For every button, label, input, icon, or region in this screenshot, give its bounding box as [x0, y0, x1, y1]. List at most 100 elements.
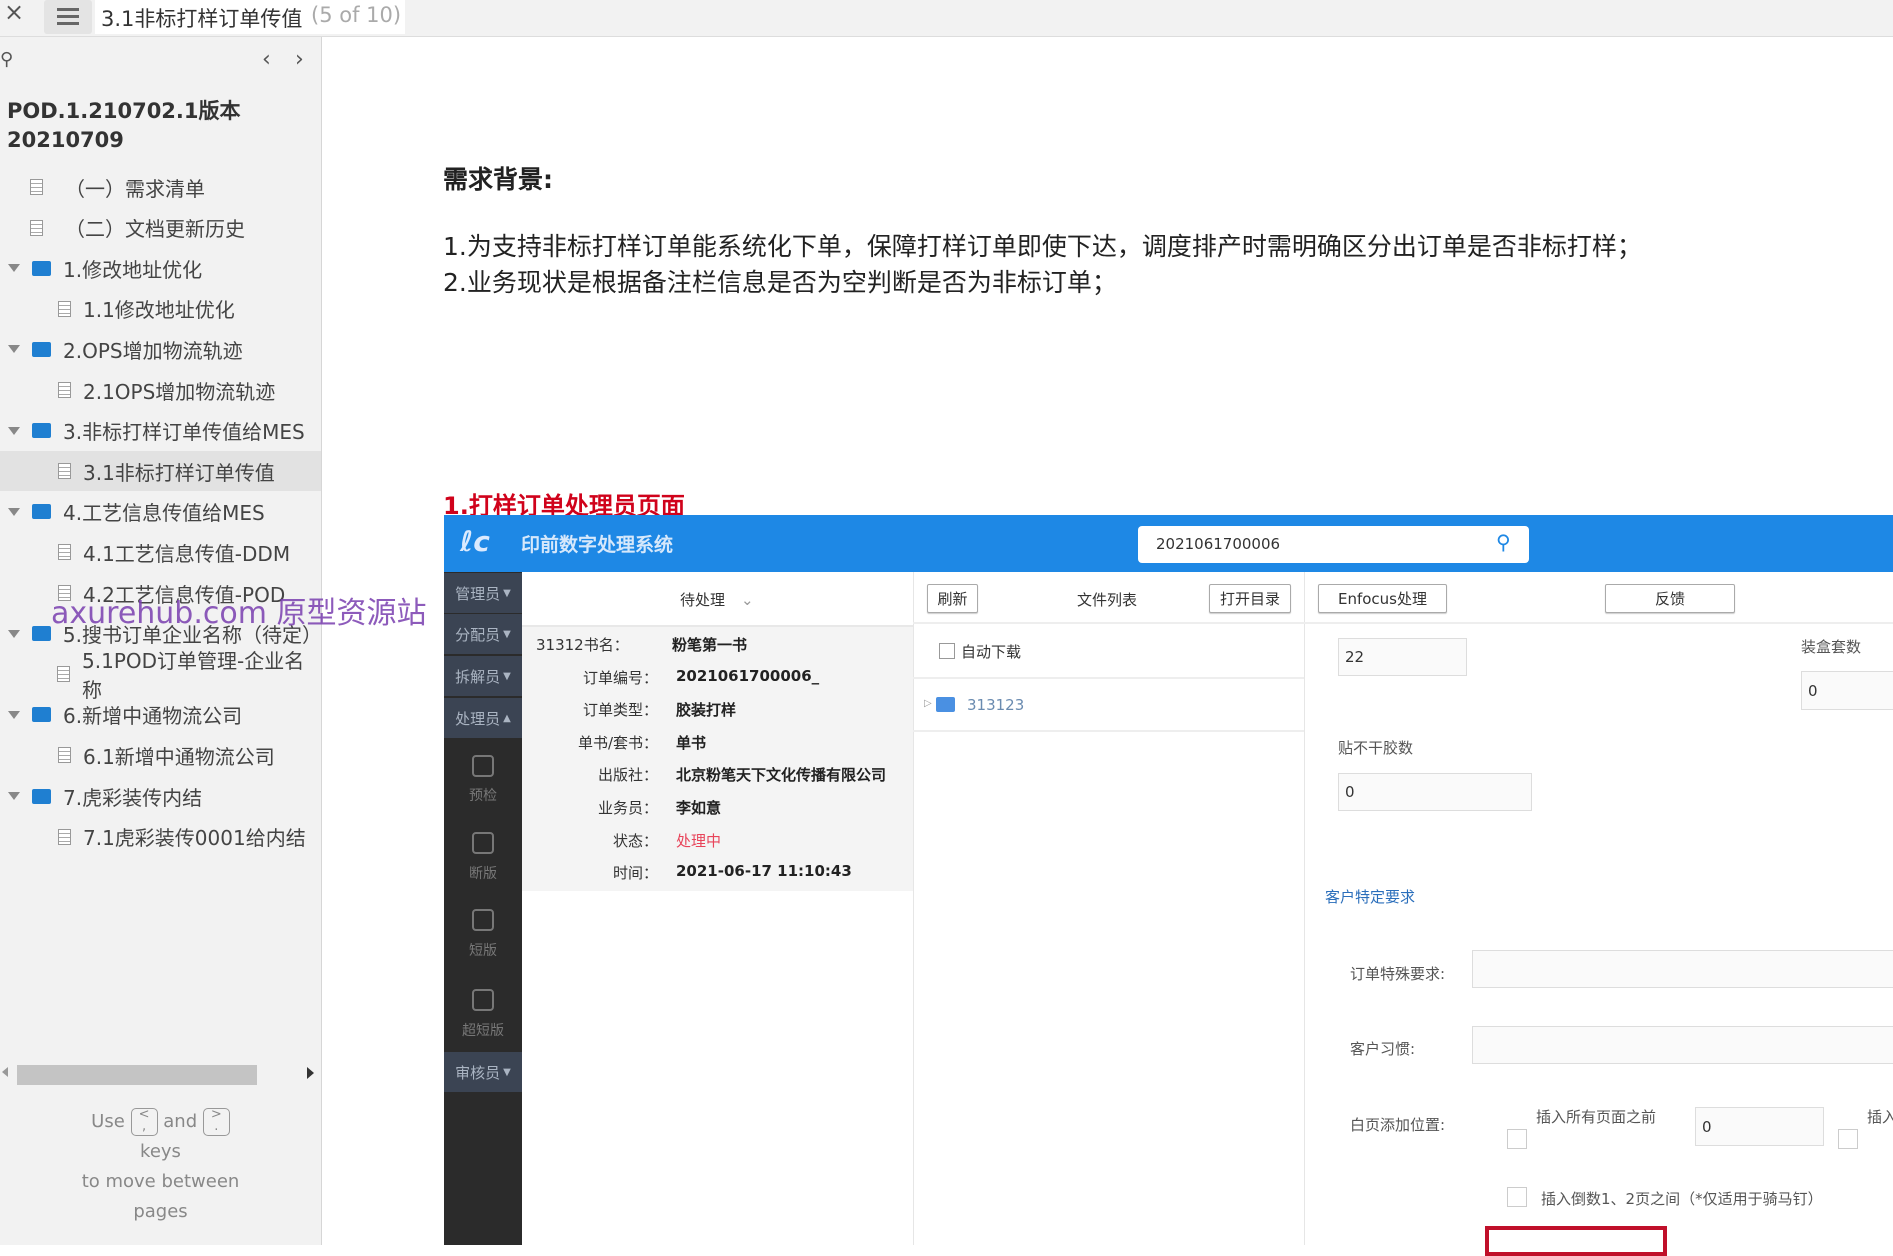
horizontal-scrollbar[interactable] [17, 1065, 257, 1085]
hint-text: to move between [81, 1171, 240, 1192]
auto-download-checkbox[interactable] [939, 643, 955, 659]
expand-triangle-icon[interactable] [8, 507, 20, 516]
caret-down-icon: ▼ [503, 587, 511, 599]
tree-item[interactable]: 1.1修改地址优化 [0, 289, 321, 329]
between-pages-checkbox[interactable] [1507, 1187, 1527, 1207]
filter-value: 待处理 [680, 591, 726, 609]
tree-item[interactable]: 3.非标打样订单传值给MES [0, 411, 321, 451]
menu-item-broken[interactable]: 断版 [444, 863, 522, 883]
field-input[interactable]: 22 [1338, 638, 1467, 676]
page-icon [58, 828, 71, 845]
sticker-input[interactable]: 0 [1338, 773, 1532, 811]
tree-item[interactable]: 4.1工艺信息传值-DDM [0, 532, 321, 572]
refresh-button[interactable]: 刷新 [927, 584, 978, 613]
customer-section-title: 客户特定要求 [1325, 888, 1416, 906]
divider [913, 730, 1304, 732]
menu-role-label: 拆解员 [455, 667, 501, 686]
prev-page-icon[interactable]: ‹ [262, 47, 271, 72]
tree-item[interactable]: 7.虎彩装传内结 [0, 776, 321, 816]
caret-up-icon: ▲ [503, 712, 511, 724]
insert-checkbox[interactable] [1838, 1129, 1858, 1149]
expand-triangle-icon[interactable] [8, 710, 20, 719]
menu-role[interactable]: 拆解员 ▼ [444, 656, 522, 696]
divider [1304, 572, 1305, 1245]
tree-item[interactable]: （二）文档更新历史 [0, 208, 321, 248]
ultra-short-icon [472, 989, 494, 1011]
info-value: 2021-06-17 11:10:43 [676, 862, 852, 881]
menu-role[interactable]: 审核员 ▼ [444, 1052, 522, 1092]
folder-icon [32, 788, 51, 804]
key-period: >. [202, 1108, 230, 1136]
folder-item[interactable]: 313123 [967, 696, 1024, 714]
special-requirement-input[interactable] [1472, 950, 1893, 988]
box-sets-input[interactable]: 0 [1801, 671, 1893, 710]
enfocus-button[interactable]: Enfocus处理 [1318, 584, 1447, 613]
tree-item[interactable]: 1.修改地址优化 [0, 248, 321, 288]
folder-icon [936, 697, 955, 712]
background-line-1: 1.为支持非标打样订单能系统化下单，保障打样订单即使下达，调度排产时需明确区分出… [443, 232, 1642, 261]
menu-item-ultra-short[interactable]: 超短版 [444, 1020, 522, 1040]
caret-down-icon: ▼ [503, 1066, 511, 1078]
page-icon [58, 463, 71, 480]
folder-icon [32, 626, 51, 642]
tree-item[interactable]: 6.新增中通物流公司 [0, 695, 321, 735]
tree-item[interactable]: 4.工艺信息传值给MES [0, 492, 321, 532]
menu-button[interactable] [44, 0, 92, 34]
tree-item[interactable]: （一）需求清单 [0, 167, 321, 207]
blank-page-label: 白页添加位置: [1350, 1116, 1446, 1134]
tree-item[interactable]: 2.OPS增加物流轨迹 [0, 329, 321, 369]
status-filter-dropdown[interactable]: 待处理 ⌄ [680, 589, 754, 610]
divider [1304, 622, 1893, 624]
tree-item-label: 3.非标打样订单传值给MES [63, 420, 305, 445]
tree-item[interactable]: 6.1新增中通物流公司 [0, 735, 321, 775]
customer-habit-input[interactable] [1472, 1026, 1893, 1064]
watermark: axurehub.com 原型资源站 [51, 596, 427, 631]
tree-item-label: 1.修改地址优化 [63, 257, 203, 282]
scroll-right-icon[interactable] [307, 1067, 314, 1079]
expand-triangle-icon[interactable] [8, 345, 20, 354]
search-icon[interactable]: ⚲ [1496, 530, 1511, 554]
info-label: 订单类型： [582, 701, 658, 720]
expand-triangle-icon[interactable] [8, 629, 20, 638]
next-page-icon[interactable]: › [295, 47, 304, 72]
folder-icon [32, 260, 51, 276]
caret-down-icon: ▼ [503, 670, 511, 682]
project-title: POD.1.210702.1版本 [7, 99, 241, 123]
tree-item[interactable]: 5.1POD订单管理-企业名称 [0, 649, 321, 702]
menu-role[interactable]: 分配员 ▼ [444, 614, 522, 654]
project-date: 20210709 [7, 128, 124, 152]
expand-triangle-icon[interactable] [8, 426, 20, 435]
background-heading: 需求背景: [443, 165, 553, 194]
tree-item[interactable]: 3.1非标打样订单传值 [0, 451, 321, 492]
expand-icon[interactable]: ▷ [924, 698, 932, 709]
scroll-left-icon[interactable] [2, 1067, 8, 1077]
sticker-label: 贴不干胶数 [1338, 739, 1414, 757]
search-icon[interactable]: ⚲ [0, 49, 13, 70]
expand-triangle-icon[interactable] [8, 792, 20, 800]
menu-item-short[interactable]: 短版 [444, 940, 522, 960]
info-label: 订单编号： [582, 668, 658, 687]
feedback-button[interactable]: 反馈 [1605, 584, 1735, 613]
menu-role[interactable]: 处理员 ▲ [444, 698, 522, 738]
expand-triangle-icon[interactable] [8, 264, 20, 273]
insert-label: 插入 [1867, 1108, 1893, 1126]
info-value: 胶装打样 [676, 701, 737, 720]
before-all-checkbox[interactable] [1507, 1129, 1527, 1149]
auto-download-label: 自动下载 [961, 643, 1022, 661]
highlight-box [1485, 1226, 1667, 1256]
close-icon[interactable]: × [4, 0, 24, 26]
tree-item[interactable]: 7.1虎彩装传0001给内结 [0, 817, 321, 857]
between-pages-label: 插入倒数1、2页之间（*仅适用于骑马钉） [1541, 1190, 1823, 1208]
before-all-input[interactable]: 0 [1695, 1107, 1824, 1146]
tree-item-label: 6.新增中通物流公司 [63, 704, 243, 729]
tree-item[interactable]: 2.1OPS增加物流轨迹 [0, 370, 321, 410]
open-directory-button[interactable]: 打开目录 [1209, 584, 1291, 613]
file-list-title: 文件列表 [1077, 591, 1138, 609]
app-search-input[interactable]: 2021061700006 ⚲ [1138, 526, 1529, 563]
app-title: 印前数字处理系统 [521, 534, 674, 556]
page-icon [30, 219, 43, 236]
key-label: , [141, 1119, 147, 1134]
menu-role[interactable]: 管理员 ▼ [444, 573, 522, 613]
info-label: 状态： [612, 831, 658, 850]
menu-item-preflight[interactable]: 预检 [444, 785, 522, 805]
